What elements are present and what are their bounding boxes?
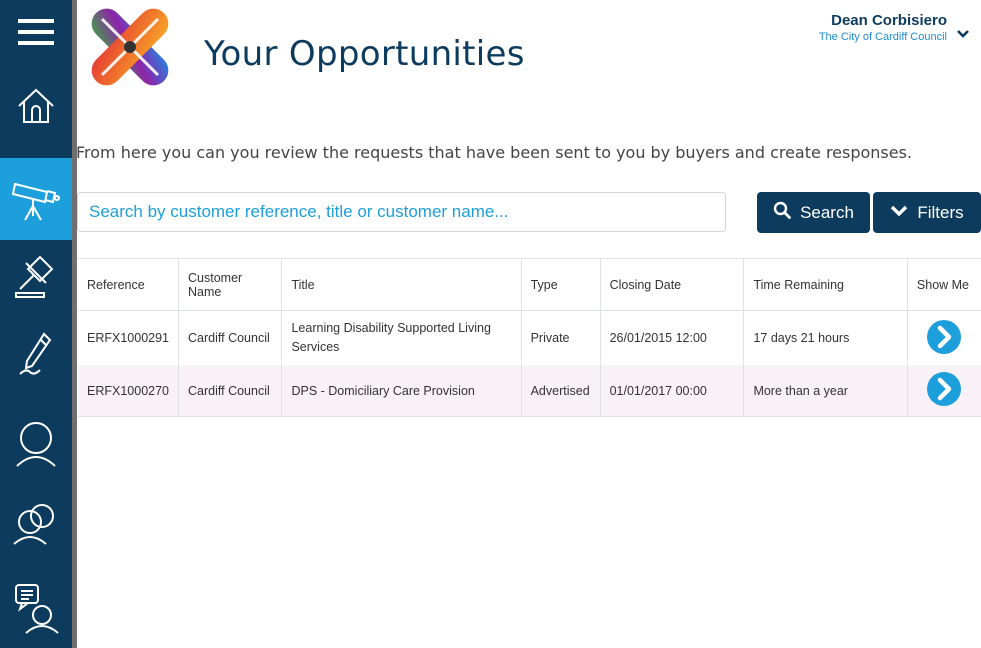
show-me-button[interactable] <box>926 319 962 358</box>
opportunities-table: Reference Customer Name Title Type Closi… <box>78 258 981 417</box>
menu-button[interactable] <box>0 10 72 54</box>
sidebar-item-contracts[interactable] <box>0 325 72 383</box>
cell-closing-date: 26/01/2015 12:00 <box>599 310 744 365</box>
column-header-closing-date[interactable]: Closing Date <box>599 258 744 311</box>
table-header-row: Reference Customer Name Title Type Closi… <box>78 258 981 311</box>
cell-reference: ERFX1000270 <box>78 365 179 417</box>
chat-person-icon <box>12 583 60 635</box>
cell-show-me <box>906 310 981 365</box>
cell-time-remaining: More than a year <box>743 365 908 417</box>
user-menu[interactable]: Dean Corbisiero The City of Cardiff Coun… <box>819 12 947 43</box>
cell-closing-date: 01/01/2017 00:00 <box>599 365 744 417</box>
person-icon <box>13 420 59 468</box>
cell-customer-name: Cardiff Council <box>178 310 282 365</box>
column-header-time-remaining[interactable]: Time Remaining <box>743 258 908 311</box>
sidebar-nav <box>0 0 77 648</box>
pen-icon <box>18 330 54 378</box>
telescope-icon <box>11 176 61 222</box>
cell-customer-name: Cardiff Council <box>178 365 282 417</box>
page-title: Your Opportunities <box>204 34 525 74</box>
sidebar-item-messages[interactable] <box>0 580 72 638</box>
menu-icon <box>18 17 54 47</box>
table-row: ERFX1000270 Cardiff Council DPS - Domici… <box>78 365 981 417</box>
cell-time-remaining: 17 days 21 hours <box>743 310 908 365</box>
search-button[interactable]: Search <box>757 192 870 233</box>
cell-type: Advertised <box>520 365 601 417</box>
cell-show-me <box>906 365 981 417</box>
intro-text: From here you can you review the request… <box>76 143 913 162</box>
sidebar-item-home[interactable] <box>0 84 72 128</box>
user-name: Dean Corbisiero <box>831 12 947 29</box>
search-input[interactable] <box>87 201 725 223</box>
chevron-down-icon[interactable] <box>957 26 969 44</box>
show-me-button[interactable] <box>926 371 962 410</box>
cell-title: Learning Disability Supported Living Ser… <box>281 310 522 365</box>
app-logo <box>80 0 180 95</box>
arrow-right-circle-icon <box>927 372 962 406</box>
gavel-icon <box>14 255 58 299</box>
search-button-label: Search <box>800 202 854 222</box>
column-header-show-me: Show Me <box>906 258 981 311</box>
sidebar-item-users[interactable] <box>0 495 72 553</box>
sidebar-item-opportunities[interactable] <box>0 158 72 240</box>
search-icon <box>773 201 800 224</box>
filters-button[interactable]: Filters <box>873 192 981 233</box>
cell-title: DPS - Domiciliary Care Provision <box>281 365 522 417</box>
column-header-reference[interactable]: Reference <box>78 258 179 311</box>
home-icon <box>16 86 56 126</box>
arrow-right-circle-icon <box>927 319 962 354</box>
sidebar-item-profile[interactable] <box>0 415 72 473</box>
column-header-customer-name[interactable]: Customer Name <box>178 258 282 311</box>
filters-button-label: Filters <box>917 202 964 222</box>
column-header-title[interactable]: Title <box>281 258 522 311</box>
chevron-down-icon <box>890 203 917 223</box>
sidebar-item-auctions[interactable] <box>0 250 72 304</box>
search-box <box>77 192 726 232</box>
user-organisation: The City of Cardiff Council <box>818 31 947 43</box>
table-row: ERFX1000291 Cardiff Council Learning Dis… <box>78 310 981 365</box>
cell-reference: ERFX1000291 <box>87 331 170 345</box>
column-header-type[interactable]: Type <box>520 258 601 311</box>
people-icon <box>12 500 60 548</box>
cell-type: Private <box>520 310 601 365</box>
